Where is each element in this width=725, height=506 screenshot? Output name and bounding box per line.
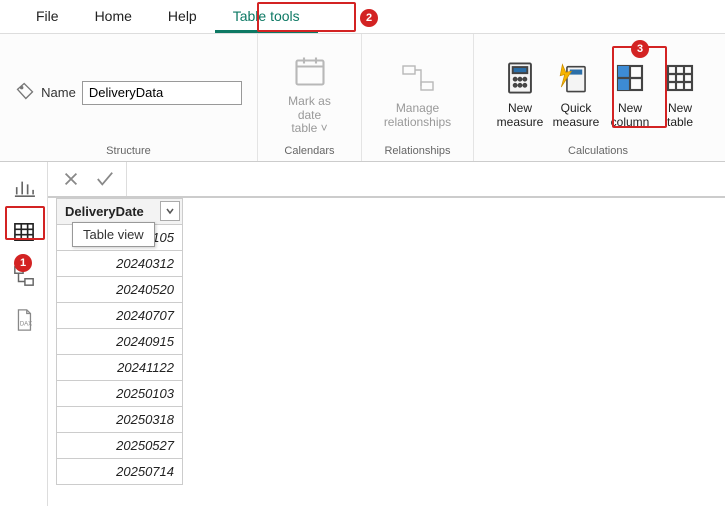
view-switcher: DAX	[0, 162, 48, 506]
table-cell[interactable]: 20241122	[57, 355, 183, 381]
mark-as-date-table-button[interactable]: Mark as datetable ˅	[278, 47, 342, 138]
table-cell[interactable]: 20250103	[57, 381, 183, 407]
group-label-structure: Structure	[106, 145, 151, 159]
new-measure-button[interactable]: Newmeasure	[492, 54, 548, 132]
formula-bar	[48, 162, 725, 198]
tab-file[interactable]: File	[18, 0, 77, 33]
table-cell[interactable]: 20240915	[57, 329, 183, 355]
group-label-relationships: Relationships	[384, 145, 450, 159]
name-field-label: Name	[41, 85, 76, 100]
table-cell[interactable]: 20250714	[57, 459, 183, 485]
svg-text:DAX: DAX	[19, 322, 31, 328]
report-view-button[interactable]	[8, 174, 40, 202]
formula-commit-button[interactable]	[92, 166, 118, 192]
calendar-icon	[290, 51, 330, 91]
quick-measure-button[interactable]: Quickmeasure	[548, 54, 604, 132]
table-cell[interactable]: 20250318	[57, 407, 183, 433]
group-label-calendars: Calendars	[284, 145, 334, 159]
tag-icon	[15, 81, 35, 104]
new-column-button[interactable]: Newcolumn	[604, 54, 656, 132]
quick-calculator-icon	[556, 58, 596, 98]
column-filter-button[interactable]	[160, 201, 180, 221]
calculator-icon	[500, 58, 540, 98]
table-cell[interactable]: 20240312	[57, 251, 183, 277]
new-table-button[interactable]: Newtable	[656, 54, 704, 132]
table-view-button[interactable]	[8, 218, 40, 246]
table-name-input[interactable]	[82, 81, 242, 105]
table-cell[interactable]: 20240520	[57, 277, 183, 303]
formula-input[interactable]	[126, 162, 725, 196]
relationships-icon	[398, 58, 438, 98]
column-header-label: DeliveryDate	[65, 204, 144, 219]
ribbon-group-relationships: Managerelationships Relationships	[362, 34, 474, 161]
model-view-button[interactable]	[8, 262, 40, 290]
ribbon-group-structure: Name Structure	[0, 34, 258, 161]
tab-table-tools[interactable]: Table tools	[215, 0, 318, 33]
manage-relationships-button[interactable]: Managerelationships	[386, 54, 450, 132]
tab-home[interactable]: Home	[77, 0, 150, 33]
ribbon-group-calendars: Mark as datetable ˅ Calendars	[258, 34, 362, 161]
column-header[interactable]: DeliveryDate	[57, 199, 183, 225]
table-cell[interactable]: 20250527	[57, 433, 183, 459]
ribbon-group-calculations: Newmeasure Quickmeasure	[474, 34, 722, 161]
chevron-down-icon: ˅	[317, 121, 327, 135]
table-cell[interactable]: 20240707	[57, 303, 183, 329]
formula-cancel-button[interactable]	[58, 166, 84, 192]
group-label-calculations: Calculations	[568, 145, 628, 159]
tab-help[interactable]: Help	[150, 0, 215, 33]
ribbon: Name Structure Mark as datetable ˅ Calen…	[0, 34, 725, 162]
new-column-icon	[610, 58, 650, 98]
tooltip-table-view: Table view	[72, 222, 155, 247]
menu-tabbar: File Home Help Table tools	[0, 0, 725, 34]
dax-view-button[interactable]: DAX	[8, 306, 40, 334]
new-table-icon	[660, 58, 700, 98]
